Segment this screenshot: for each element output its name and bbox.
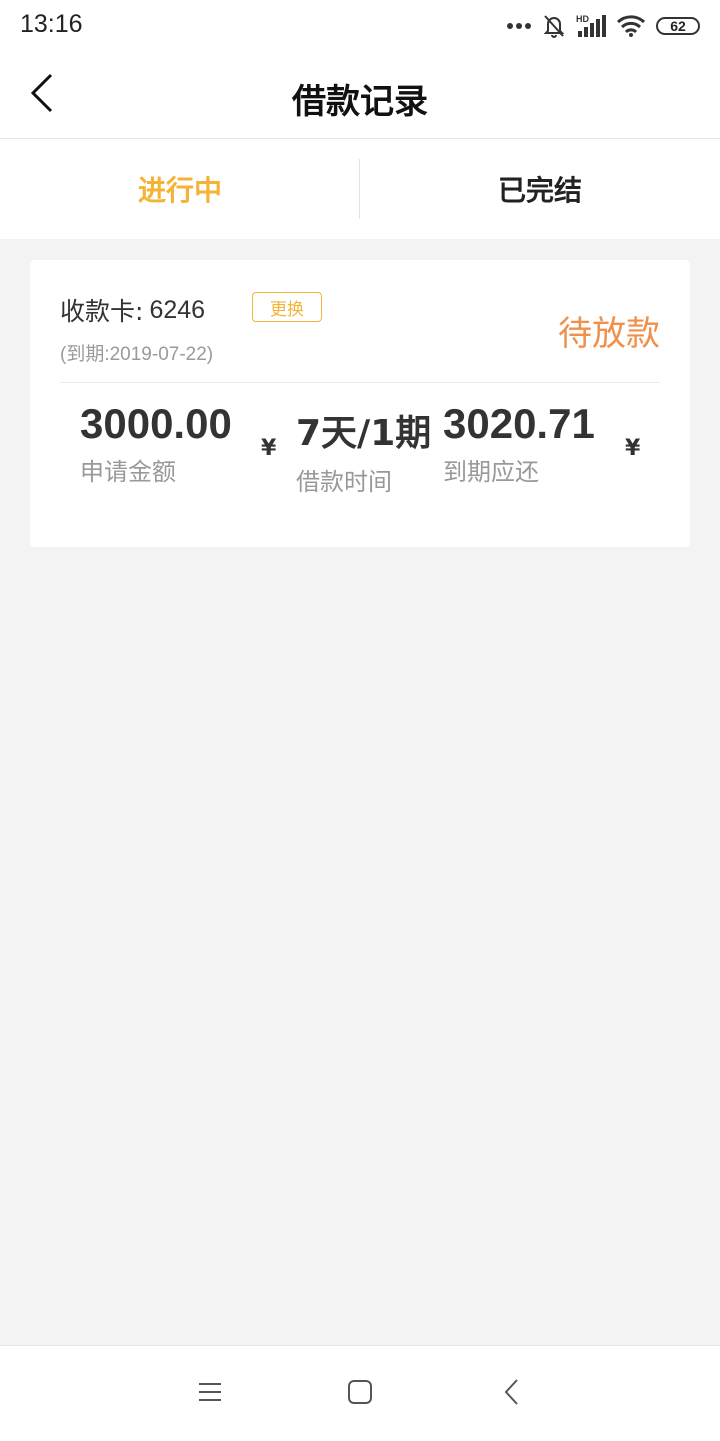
loan-card[interactable]: 收款卡: 6246 更换 (到期:2019-07-22) 待放款 3000.00… — [30, 260, 690, 547]
repay-value: 3020.71 — [443, 400, 595, 447]
amount-currency: ¥ — [261, 436, 277, 461]
amount-label: 申请金额 — [80, 458, 176, 486]
tab-divider — [359, 159, 360, 219]
battery-icon: 62 — [656, 17, 700, 35]
nav-bar: 借款记录 — [0, 52, 720, 139]
system-back-button[interactable] — [492, 1374, 532, 1414]
home-square-icon — [347, 1379, 373, 1409]
hd-signal-icon: HD — [576, 13, 606, 39]
status-bar: 13:16 HD 62 — [0, 0, 720, 52]
repay-label: 到期应还 — [443, 458, 539, 486]
status-badge: 待放款 — [558, 314, 660, 354]
term-label: 借款时间 — [296, 468, 392, 496]
stat-amount: 3000.00 申请金额 — [80, 400, 232, 487]
system-nav-bar — [0, 1345, 720, 1441]
bell-off-icon — [542, 13, 566, 39]
due-date: (到期:2019-07-22) — [60, 344, 214, 365]
more-dots-icon — [506, 22, 532, 30]
stat-term: 7天/1期 借款时间 — [296, 404, 431, 497]
wifi-icon — [616, 14, 646, 38]
repay-currency: ¥ — [625, 436, 641, 461]
status-time: 13:16 — [20, 10, 83, 38]
stat-repay: 3020.71 到期应还 — [443, 400, 595, 487]
card-label-row: 收款卡: 6246 — [60, 292, 205, 328]
loan-stats: 3000.00 申请金额 ¥ 7天/1期 借款时间 3020.71 到期应还 ¥ — [30, 400, 690, 530]
card-number: 6246 — [149, 295, 206, 324]
change-card-button[interactable]: 更换 — [252, 292, 322, 322]
page-title: 借款记录 — [292, 82, 428, 122]
menu-icon — [197, 1380, 223, 1408]
term-value: 7天/1期 — [296, 413, 432, 454]
card-label: 收款卡: — [60, 297, 144, 326]
svg-text:HD: HD — [576, 14, 589, 24]
back-chevron-icon — [503, 1378, 521, 1410]
amount-value: 3000.00 — [80, 400, 232, 447]
status-icons: HD 62 — [506, 12, 700, 40]
loan-card-header: 收款卡: 6246 更换 (到期:2019-07-22) 待放款 — [60, 260, 660, 383]
home-button[interactable] — [340, 1374, 380, 1414]
tab-in-progress[interactable]: 进行中 — [0, 139, 360, 239]
menu-button[interactable] — [190, 1374, 230, 1414]
tab-completed[interactable]: 已完结 — [360, 139, 720, 239]
tab-bar: 进行中 已完结 — [0, 139, 720, 239]
